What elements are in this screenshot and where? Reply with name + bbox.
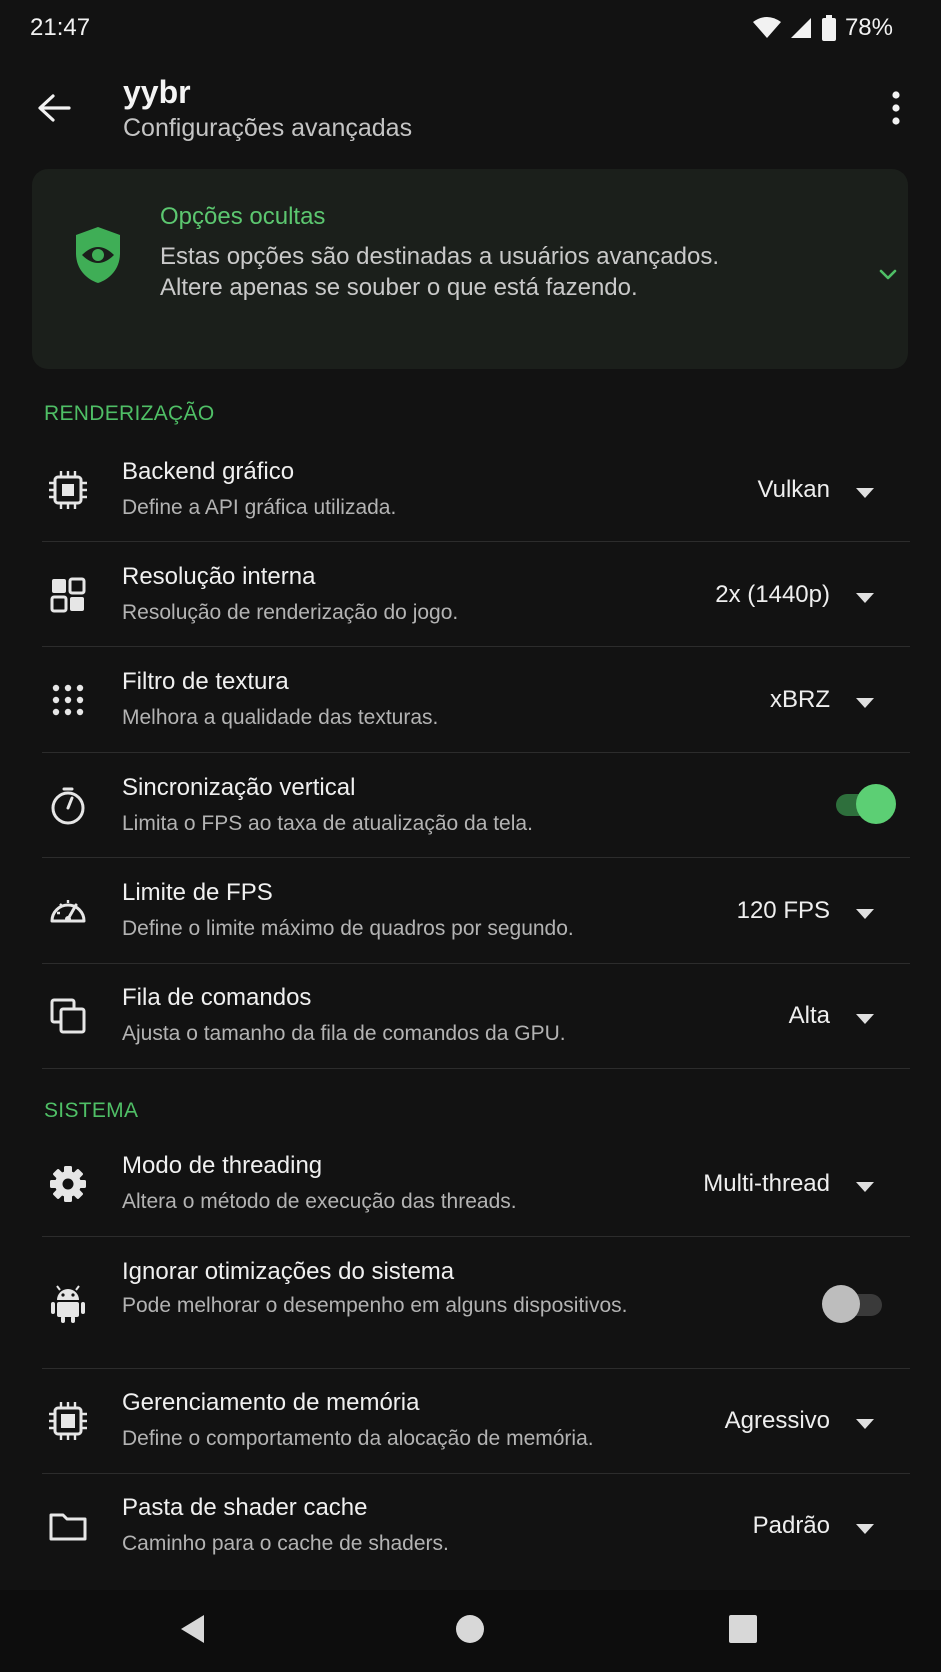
status-icons: 78%: [752, 14, 893, 42]
divider: [42, 1473, 910, 1474]
android-icon: [42, 1278, 94, 1330]
dots-grid-icon: [42, 674, 94, 726]
dropdown-value[interactable]: Alta: [789, 1002, 830, 1030]
setting-threading-mode[interactable]: Modo de threading Altera o método de exe…: [42, 1140, 910, 1236]
arrow-back-icon: [37, 93, 71, 128]
status-time: 21:47: [30, 14, 91, 41]
toggle-thumb: [856, 784, 896, 824]
setting-shader-cache-folder[interactable]: Pasta de shader cache Caminho para o cac…: [42, 1482, 910, 1578]
setting-description: Limita o FPS ao taxa de atualização da t…: [122, 812, 533, 835]
dropdown-value[interactable]: Vulkan: [758, 476, 831, 504]
ignore-optimizations-toggle[interactable]: [822, 1284, 886, 1324]
setting-description: Pode melhorar o desempenho em alguns dis…: [122, 1294, 628, 1317]
setting-description: Altera o método de execução das threads.: [122, 1190, 517, 1213]
dropdown-arrow-icon[interactable]: [854, 1417, 876, 1431]
setting-texture-filter[interactable]: Filtro de textura Melhora a qualidade da…: [42, 656, 910, 752]
setting-command-queue[interactable]: Fila de comandos Ajusta o tamanho da fil…: [42, 972, 910, 1068]
more-vert-icon: [891, 90, 901, 130]
divider: [42, 1068, 910, 1069]
battery-icon: [821, 15, 837, 41]
dropdown-value[interactable]: 120 FPS: [737, 897, 830, 925]
setting-vsync[interactable]: Sincronização vertical Limita o FPS ao t…: [42, 762, 910, 858]
setting-title: Pasta de shader cache: [122, 1494, 368, 1521]
dropdown-value[interactable]: xBRZ: [770, 686, 830, 714]
dropdown-value[interactable]: Padrão: [753, 1512, 830, 1540]
nav-home-button[interactable]: [445, 1606, 495, 1656]
divider: [42, 1368, 910, 1369]
card-title: Opções ocultas: [160, 203, 326, 230]
setting-description: Caminho para o cache de shaders.: [122, 1532, 449, 1555]
app-bar: yybr Configurações avançadas: [0, 56, 941, 160]
divider: [42, 541, 910, 542]
setting-description: Define o limite máximo de quadros por se…: [122, 917, 574, 940]
timer-icon: [42, 780, 94, 832]
setting-internal-resolution[interactable]: Resolução interna Resolução de renderiza…: [42, 551, 910, 647]
chevron-down-icon[interactable]: [872, 259, 904, 291]
dropdown-arrow-icon[interactable]: [854, 591, 876, 605]
divider: [42, 857, 910, 858]
nav-back-icon: [178, 1613, 208, 1650]
dropdown-arrow-icon[interactable]: [854, 486, 876, 500]
divider: [42, 1236, 910, 1237]
setting-title: Backend gráfico: [122, 458, 295, 485]
section-header-system: SISTEMA: [44, 1099, 139, 1122]
dropdown-arrow-icon[interactable]: [854, 696, 876, 710]
dropdown-value[interactable]: Multi-thread: [703, 1170, 830, 1198]
dropdown-value[interactable]: 2x (1440p): [715, 581, 830, 609]
dropdown-arrow-icon[interactable]: [854, 1522, 876, 1536]
setting-title: Filtro de textura: [122, 668, 289, 695]
setting-title: Gerenciamento de memória: [122, 1389, 420, 1416]
dropdown-arrow-icon[interactable]: [854, 907, 876, 921]
battery-percent: 78%: [844, 14, 893, 41]
vsync-toggle[interactable]: [832, 784, 896, 824]
app-subtitle: Configurações avançadas: [123, 114, 413, 142]
setting-graphics-backend[interactable]: Backend gráfico Define a API gráfica uti…: [42, 446, 910, 542]
nav-recents-button[interactable]: [718, 1606, 768, 1656]
setting-ignore-optimizations[interactable]: Ignorar otimizações do sistema Pode melh…: [42, 1246, 910, 1368]
hidden-options-card[interactable]: Opções ocultas Estas opções são destinad…: [32, 169, 908, 369]
nav-home-icon: [455, 1614, 485, 1649]
setting-description: Melhora a qualidade das texturas.: [122, 706, 439, 729]
dropdown-arrow-icon[interactable]: [854, 1012, 876, 1026]
setting-description: Define o comportamento da alocação de me…: [122, 1427, 594, 1450]
setting-memory-management[interactable]: Gerenciamento de memória Define o compor…: [42, 1377, 910, 1473]
setting-title: Limite de FPS: [122, 879, 273, 906]
dropdown-arrow-icon[interactable]: [854, 1180, 876, 1194]
divider: [42, 646, 910, 647]
shield-eye-icon: [72, 225, 124, 290]
speedometer-icon: [42, 885, 94, 937]
setting-title: Fila de comandos: [122, 984, 312, 1011]
divider: [42, 752, 910, 753]
setting-description: Ajusta o tamanho da fila de comandos da …: [122, 1022, 566, 1045]
nav-recents-icon: [728, 1614, 758, 1649]
folder-icon: [42, 1500, 94, 1552]
toggle-thumb: [822, 1285, 860, 1323]
dropdown-value[interactable]: Agressivo: [725, 1407, 830, 1435]
gear-icon: [42, 1158, 94, 1210]
card-text: Estas opções são destinadas a usuários a…: [160, 243, 720, 301]
status-bar: 21:47 78%: [0, 0, 941, 56]
more-options-button[interactable]: [870, 80, 922, 140]
setting-description: Define a API gráfica utilizada.: [122, 496, 397, 519]
divider: [42, 963, 910, 964]
wifi-icon: [752, 16, 781, 40]
app-title: yybr: [123, 74, 191, 110]
chip-icon: [42, 464, 94, 516]
setting-title: Ignorar otimizações do sistema: [122, 1258, 455, 1285]
signal-icon: [789, 16, 813, 40]
back-button[interactable]: [24, 80, 84, 140]
setting-title: Modo de threading: [122, 1152, 323, 1179]
nav-back-button[interactable]: [168, 1606, 218, 1656]
system-navigation-bar: [0, 1590, 941, 1672]
setting-fps-limit[interactable]: Limite de FPS Define o limite máximo de …: [42, 867, 910, 963]
setting-title: Sincronização vertical: [122, 774, 356, 801]
setting-title: Resolução interna: [122, 563, 316, 590]
section-header-rendering: RENDERIZAÇÃO: [44, 402, 215, 425]
setting-description: Resolução de renderização do jogo.: [122, 601, 459, 624]
copy-icon: [42, 990, 94, 1042]
memory-icon: [42, 1395, 94, 1447]
grid-icon: [42, 569, 94, 621]
